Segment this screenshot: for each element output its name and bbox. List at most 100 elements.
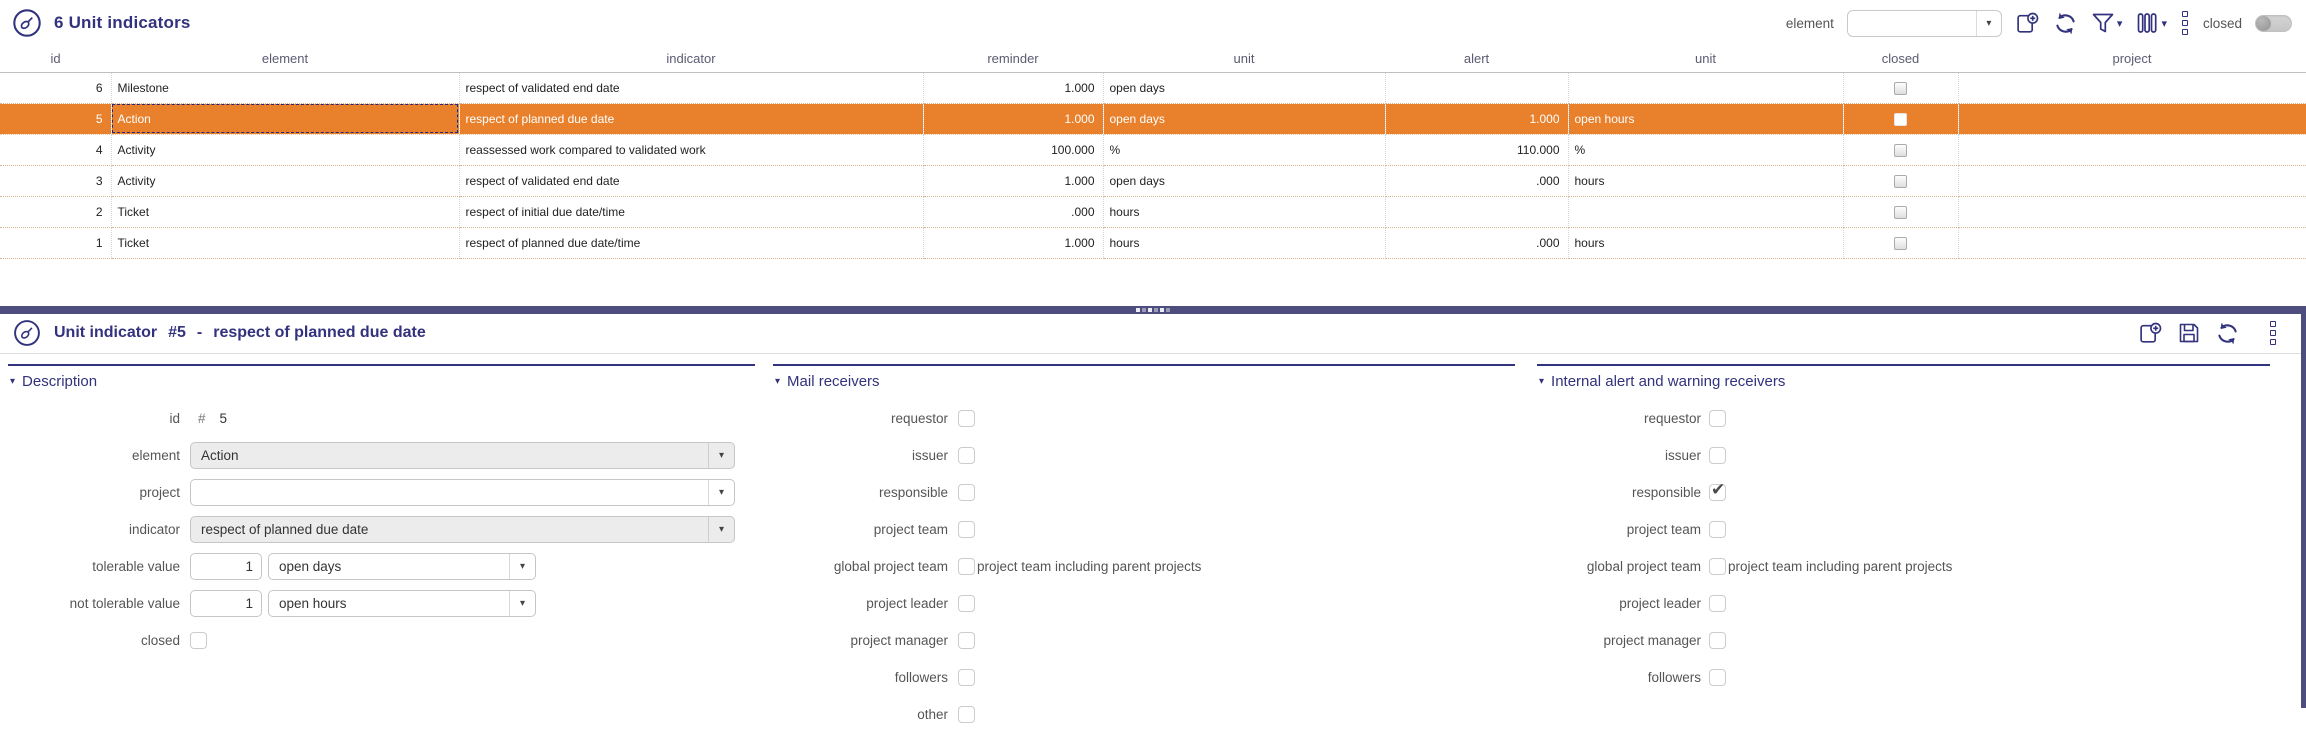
col-header-reminder[interactable]: reminder bbox=[923, 46, 1103, 72]
col-header-id[interactable]: id bbox=[0, 46, 111, 72]
closed-checkbox[interactable] bbox=[1894, 82, 1907, 95]
chevron-down-icon: ▾ bbox=[2161, 17, 2167, 30]
mail-followers-checkbox[interactable] bbox=[958, 669, 975, 686]
internal-issuer-checkbox[interactable] bbox=[1709, 447, 1726, 464]
element-filter-select[interactable]: ▾ bbox=[1847, 10, 2002, 37]
field-indicator: indicator respect of planned due date ▾ bbox=[8, 511, 755, 548]
splitter-dots-icon bbox=[1136, 308, 1170, 312]
field-not-tolerable-value: not tolerable value open hours ▾ bbox=[8, 585, 755, 622]
columns-icon[interactable]: ▾ bbox=[2135, 11, 2167, 35]
detail-form: ▾ Description id # 5 element Action ▾ bbox=[0, 354, 2306, 733]
gauge-icon bbox=[10, 6, 44, 40]
detail-title: Unit indicator #5 - respect of planned d… bbox=[54, 324, 437, 342]
chevron-down-icon: ▾ bbox=[708, 480, 734, 505]
detail-header: Unit indicator #5 - respect of planned d… bbox=[0, 314, 2306, 354]
gauge-icon bbox=[10, 316, 44, 350]
internal-requestor-checkbox[interactable] bbox=[1709, 410, 1726, 427]
field-id: id # 5 bbox=[8, 400, 755, 437]
table-row[interactable]: 4 Activity reassessed work compared to v… bbox=[0, 134, 2306, 165]
closed-checkbox[interactable] bbox=[1894, 237, 1907, 250]
col-header-alert[interactable]: alert bbox=[1385, 46, 1568, 72]
add-icon[interactable] bbox=[2138, 321, 2163, 346]
filter-icon[interactable]: ▾ bbox=[2091, 12, 2123, 35]
chevron-down-icon: ▾ bbox=[708, 443, 734, 468]
closed-checkbox[interactable] bbox=[1894, 113, 1907, 126]
table-row-selected[interactable]: 5 Action respect of planned due date 1.0… bbox=[0, 103, 2306, 134]
triangle-collapse-icon: ▾ bbox=[1539, 376, 1544, 387]
project-select[interactable]: ▾ bbox=[190, 479, 735, 506]
section-title-description[interactable]: ▾ Description bbox=[8, 366, 755, 390]
internal-project-leader-checkbox[interactable] bbox=[1709, 595, 1726, 612]
not-tolerable-unit-select[interactable]: open hours ▾ bbox=[268, 590, 536, 617]
internal-global-project-team-checkbox[interactable] bbox=[1709, 558, 1726, 575]
add-icon[interactable] bbox=[2015, 11, 2040, 36]
mail-issuer-checkbox[interactable] bbox=[958, 447, 975, 464]
panel-collapse-rail[interactable] bbox=[2301, 306, 2306, 708]
chevron-down-icon: ▾ bbox=[509, 554, 535, 579]
indicators-table: id element indicator reminder unit alert… bbox=[0, 46, 2306, 259]
mail-global-project-team-checkbox[interactable] bbox=[958, 558, 975, 575]
triangle-collapse-icon: ▾ bbox=[10, 376, 15, 387]
mail-responsible-checkbox[interactable] bbox=[958, 484, 975, 501]
table-row[interactable]: 1 Ticket respect of planned due date/tim… bbox=[0, 227, 2306, 258]
mail-other-checkbox[interactable] bbox=[958, 706, 975, 723]
section-title-internal-receivers[interactable]: ▾ Internal alert and warning receivers bbox=[1537, 366, 2270, 390]
chevron-down-icon: ▾ bbox=[1976, 11, 2001, 36]
field-tolerable-value: tolerable value open days ▾ bbox=[8, 548, 755, 585]
save-icon[interactable] bbox=[2177, 321, 2201, 345]
closed-toggle[interactable] bbox=[2255, 15, 2292, 32]
tolerable-unit-select[interactable]: open days ▾ bbox=[268, 553, 536, 580]
field-project: project ▾ bbox=[8, 474, 755, 511]
internal-followers-checkbox[interactable] bbox=[1709, 669, 1726, 686]
section-internal-receivers: ▾ Internal alert and warning receivers r… bbox=[1537, 364, 2270, 733]
chevron-down-icon: ▾ bbox=[708, 517, 734, 542]
refresh-icon[interactable] bbox=[2215, 321, 2240, 346]
mail-project-team-checkbox[interactable] bbox=[958, 521, 975, 538]
section-description: ▾ Description id # 5 element Action ▾ bbox=[8, 364, 755, 733]
mail-project-leader-checkbox[interactable] bbox=[958, 595, 975, 612]
chevron-down-icon: ▾ bbox=[2117, 17, 2123, 30]
mail-requestor-checkbox[interactable] bbox=[958, 410, 975, 427]
col-header-unit2[interactable]: unit bbox=[1568, 46, 1843, 72]
refresh-icon[interactable] bbox=[2053, 11, 2078, 36]
closed-checkbox[interactable] bbox=[1894, 206, 1907, 219]
field-element: element Action ▾ bbox=[8, 437, 755, 474]
table-row[interactable]: 3 Activity respect of validated end date… bbox=[0, 165, 2306, 196]
internal-project-manager-checkbox[interactable] bbox=[1709, 632, 1726, 649]
closed-checkbox[interactable] bbox=[190, 632, 207, 649]
element-filter-label: element bbox=[1786, 16, 1834, 31]
toggle-knob bbox=[2256, 16, 2271, 31]
col-header-element[interactable]: element bbox=[111, 46, 459, 72]
splitter-handle[interactable] bbox=[0, 306, 2306, 314]
col-header-project[interactable]: project bbox=[1958, 46, 2306, 72]
closed-checkbox[interactable] bbox=[1894, 144, 1907, 157]
internal-responsible-checkbox[interactable] bbox=[1709, 484, 1726, 501]
table-header-row: id element indicator reminder unit alert… bbox=[0, 46, 2306, 72]
triangle-collapse-icon: ▾ bbox=[775, 376, 780, 387]
detail-panel: Unit indicator #5 - respect of planned d… bbox=[0, 314, 2306, 708]
not-tolerable-value-input[interactable] bbox=[190, 590, 262, 617]
list-toolbar: 6 Unit indicators element ▾ bbox=[0, 0, 2306, 46]
table-row[interactable]: 6 Milestone respect of validated end dat… bbox=[0, 72, 2306, 103]
page-title: 6 Unit indicators bbox=[54, 13, 191, 33]
table-row[interactable]: 2 Ticket respect of initial due date/tim… bbox=[0, 196, 2306, 227]
hash-symbol: # bbox=[198, 411, 206, 426]
chevron-down-icon: ▾ bbox=[509, 591, 535, 616]
closed-filter-label: closed bbox=[2203, 16, 2242, 31]
internal-project-team-checkbox[interactable] bbox=[1709, 521, 1726, 538]
element-select[interactable]: Action ▾ bbox=[190, 442, 735, 469]
unit-indicators-screen: 6 Unit indicators element ▾ bbox=[0, 0, 2306, 747]
indicator-select[interactable]: respect of planned due date ▾ bbox=[190, 516, 735, 543]
mail-project-manager-checkbox[interactable] bbox=[958, 632, 975, 649]
field-closed: closed bbox=[8, 622, 755, 659]
list-empty-space bbox=[0, 259, 2306, 306]
col-header-unit[interactable]: unit bbox=[1103, 46, 1385, 72]
section-title-mail-receivers[interactable]: ▾ Mail receivers bbox=[773, 366, 1515, 390]
col-header-indicator[interactable]: indicator bbox=[459, 46, 923, 72]
closed-checkbox[interactable] bbox=[1894, 175, 1907, 188]
section-mail-receivers: ▾ Mail receivers requestor issuer respon… bbox=[773, 364, 1515, 733]
col-header-closed[interactable]: closed bbox=[1843, 46, 1958, 72]
kebab-icon[interactable] bbox=[2268, 321, 2278, 345]
tolerable-value-input[interactable] bbox=[190, 553, 262, 580]
kebab-icon[interactable] bbox=[2180, 11, 2190, 35]
